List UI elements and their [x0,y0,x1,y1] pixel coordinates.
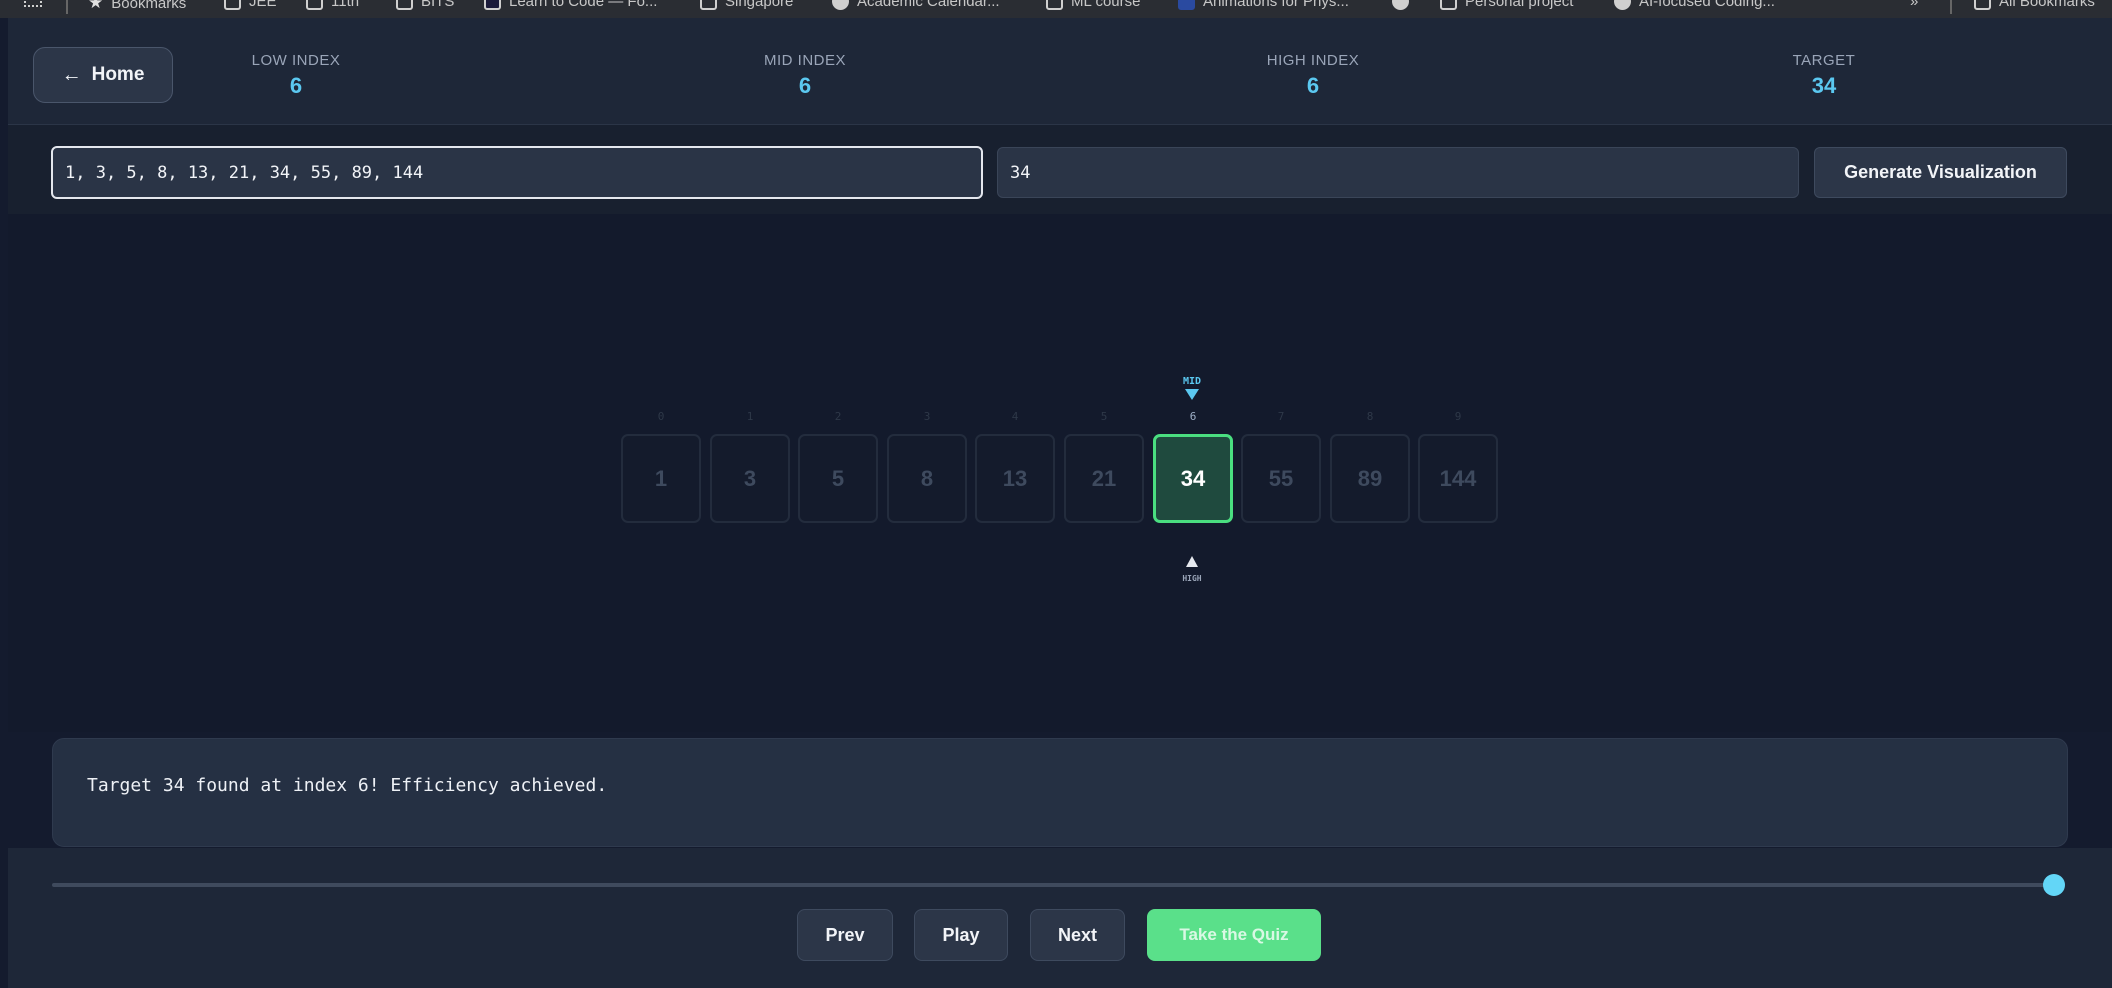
cell-index-label: 1 [746,410,754,423]
low-index-value: 6 [289,73,303,98]
target-label: TARGET [1792,52,1856,69]
bookmark-label: ML course [1071,0,1141,10]
bookmark-label: Animations for Phys... [1203,0,1349,10]
progress-slider-track[interactable] [52,883,2054,887]
bookmark-personal-project[interactable]: Personal project [1440,0,1573,10]
mid-pointer-arrow-icon [1185,389,1199,400]
array-cell: 89 [1330,434,1410,523]
bookmark-bookmarks[interactable]: ★ Bookmarks [88,0,186,13]
target-value: 34 [1811,73,1837,98]
bookmark-learn-to-code[interactable]: Learn to Code — Fo... [484,0,657,10]
bookmark-ai-coding[interactable]: AI-focused Coding... [1614,0,1775,10]
bookmarks-bar: ★ Bookmarks JEE 11th BITS Learn to Code —… [0,0,2112,18]
high-pointer-label: HIGH [1182,574,1202,583]
cell-index-label: 9 [1454,410,1462,423]
bookmark-label: JEE [249,0,277,10]
array-cell: 55 [1241,434,1321,523]
progress-slider-thumb[interactable] [2043,874,2065,896]
bookmark-label: 11th [331,0,360,10]
bookmark-label: Academic Calendar... [857,0,1000,10]
high-index-label: HIGH INDEX [1266,52,1360,69]
cell-index-label: 6 [1189,410,1197,423]
array-cell: 144 [1418,434,1498,523]
cell-index-label: 4 [1011,410,1019,423]
folder-icon [700,0,717,10]
cell-index-label: 3 [923,410,931,423]
high-index-stat: HIGH INDEX 6 [1253,52,1373,99]
low-index-label: LOW INDEX [251,52,341,69]
visualization-area [8,214,2112,732]
home-button[interactable]: ← Home [33,47,173,103]
mid-index-value: 6 [798,73,812,98]
bookmark-label: All Bookmarks [1999,0,2095,10]
bookmark-all-bookmarks[interactable]: All Bookmarks [1974,0,2095,10]
bookmark-bits[interactable]: BITS [396,0,454,10]
globe-icon [1392,0,1409,10]
folder-icon [1046,0,1063,10]
array-cell: 5 [798,434,878,523]
array-cell: 1 [621,434,701,523]
globe-icon [832,0,849,10]
arrow-left-icon: ← [61,63,82,86]
bookmark-globe[interactable] [1392,0,1409,10]
high-index-value: 6 [1306,73,1320,98]
array-cell: 3 [710,434,790,523]
bookmark-ml-course[interactable]: ML course [1046,0,1140,10]
folder-icon [1974,0,1991,10]
bookmark-singapore[interactable]: Singapore [700,0,793,10]
mid-index-label: MID INDEX [763,52,846,69]
app-root: ★ Bookmarks JEE 11th BITS Learn to Code —… [0,0,2112,988]
low-index-stat: LOW INDEX 6 [236,52,356,99]
mid-index-stat: MID INDEX 6 [745,52,865,99]
prev-button[interactable]: Prev [797,909,893,961]
folder-icon [396,0,413,10]
bookmark-label: AI-focused Coding... [1639,0,1775,10]
bookmark-academic-calendar[interactable]: Academic Calendar... [832,0,1000,10]
bookmark-label: BITS [421,0,455,10]
folder-icon [1440,0,1457,10]
bookmark-label: Learn to Code — Fo... [509,0,658,10]
next-button[interactable]: Next [1030,909,1125,961]
bookmark-label: Personal project [1465,0,1574,10]
overflow-label: » [1910,0,1919,10]
bookmarks-overflow-icon[interactable]: » [1910,0,1918,10]
bookmarks-separator [66,0,68,14]
home-button-label: Home [91,64,145,85]
folder-icon [306,0,323,10]
array-cell: 21 [1064,434,1144,523]
apps-icon[interactable] [24,0,42,7]
mid-pointer-label: MID [1182,376,1202,387]
globe-icon [1614,0,1631,10]
array-cell: 8 [887,434,967,523]
array-input[interactable] [51,146,983,199]
array-cell-active: 34 [1153,434,1233,523]
site-icon [1178,0,1195,10]
generate-visualization-button[interactable]: Generate Visualization [1814,147,2067,198]
take-quiz-button[interactable]: Take the Quiz [1147,909,1321,961]
bookmark-label: Singapore [725,0,794,10]
high-pointer-arrow-icon [1186,556,1198,567]
cell-index-label: 7 [1277,410,1285,423]
bookmark-label: Bookmarks [111,0,187,12]
star-icon: ★ [88,0,104,12]
cell-index-label: 2 [834,410,842,423]
array-cell: 13 [975,434,1055,523]
bookmark-animations[interactable]: Animations for Phys... [1178,0,1349,10]
cell-index-label: 8 [1366,410,1374,423]
cell-index-label: 5 [1100,410,1108,423]
folder-icon [224,0,241,10]
play-button[interactable]: Play [914,909,1008,961]
cell-index-label: 0 [657,410,665,423]
bookmark-jee[interactable]: JEE [224,0,277,10]
target-input[interactable] [997,147,1799,198]
site-icon [484,0,501,10]
target-stat: TARGET 34 [1764,52,1884,99]
bookmark-11th[interactable]: 11th [306,0,359,10]
status-message: Target 34 found at index 6! Efficiency a… [52,738,2068,847]
bookmarks-separator [1950,0,1952,14]
